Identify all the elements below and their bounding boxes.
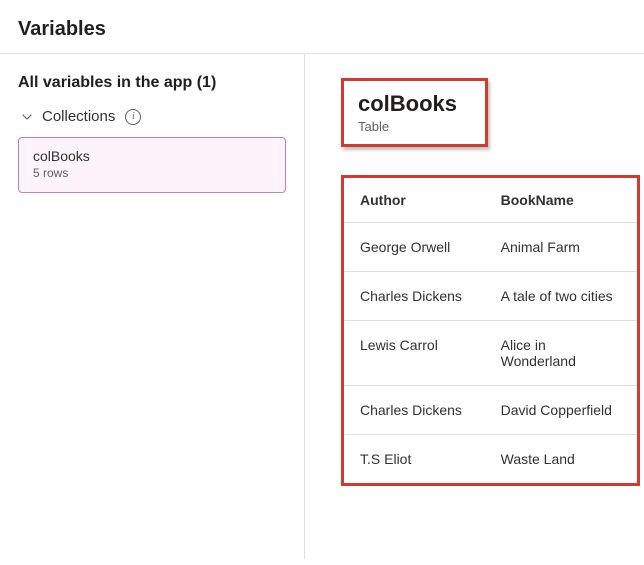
table-row[interactable]: George Orwell Animal Farm <box>344 223 637 272</box>
table-highlight: Author BookName George Orwell Animal Far… <box>341 175 640 486</box>
table-header-row: Author BookName <box>344 178 637 223</box>
table-row[interactable]: Charles Dickens A tale of two cities <box>344 272 637 321</box>
collections-section-toggle[interactable]: Collections i <box>18 108 286 125</box>
table-row[interactable]: Charles Dickens David Copperfield <box>344 386 637 435</box>
page-title: Variables <box>18 18 626 41</box>
collections-label: Collections <box>42 108 115 125</box>
cell-author: Lewis Carrol <box>344 321 485 386</box>
info-icon[interactable]: i <box>125 109 141 125</box>
data-table: Author BookName George Orwell Animal Far… <box>344 178 637 483</box>
cell-author: T.S Eliot <box>344 435 485 484</box>
page-header: Variables <box>0 0 644 54</box>
variable-name: colBooks <box>358 91 457 117</box>
collection-card-colbooks[interactable]: colBooks 5 rows <box>18 137 286 193</box>
column-header-author[interactable]: Author <box>344 178 485 223</box>
sidebar-title: All variables in the app (1) <box>18 74 286 92</box>
table-row[interactable]: T.S Eliot Waste Land <box>344 435 637 484</box>
cell-bookname: Animal Farm <box>485 223 637 272</box>
variable-type: Table <box>358 119 457 134</box>
cell-bookname: A tale of two cities <box>485 272 637 321</box>
cell-author: Charles Dickens <box>344 272 485 321</box>
cell-author: Charles Dickens <box>344 386 485 435</box>
collection-card-rows: 5 rows <box>33 166 271 180</box>
chevron-down-icon <box>20 110 34 124</box>
cell-author: George Orwell <box>344 223 485 272</box>
cell-bookname: David Copperfield <box>485 386 637 435</box>
cell-bookname: Alice in Wonderland <box>485 321 637 386</box>
collection-card-name: colBooks <box>33 148 271 164</box>
table-row[interactable]: Lewis Carrol Alice in Wonderland <box>344 321 637 386</box>
column-header-bookname[interactable]: BookName <box>485 178 637 223</box>
main-area: All variables in the app (1) Collections… <box>0 54 644 559</box>
detail-header-highlight: colBooks Table <box>341 78 488 147</box>
detail-panel: colBooks Table Author BookName George Or… <box>305 54 644 559</box>
cell-bookname: Waste Land <box>485 435 637 484</box>
sidebar: All variables in the app (1) Collections… <box>0 54 305 559</box>
